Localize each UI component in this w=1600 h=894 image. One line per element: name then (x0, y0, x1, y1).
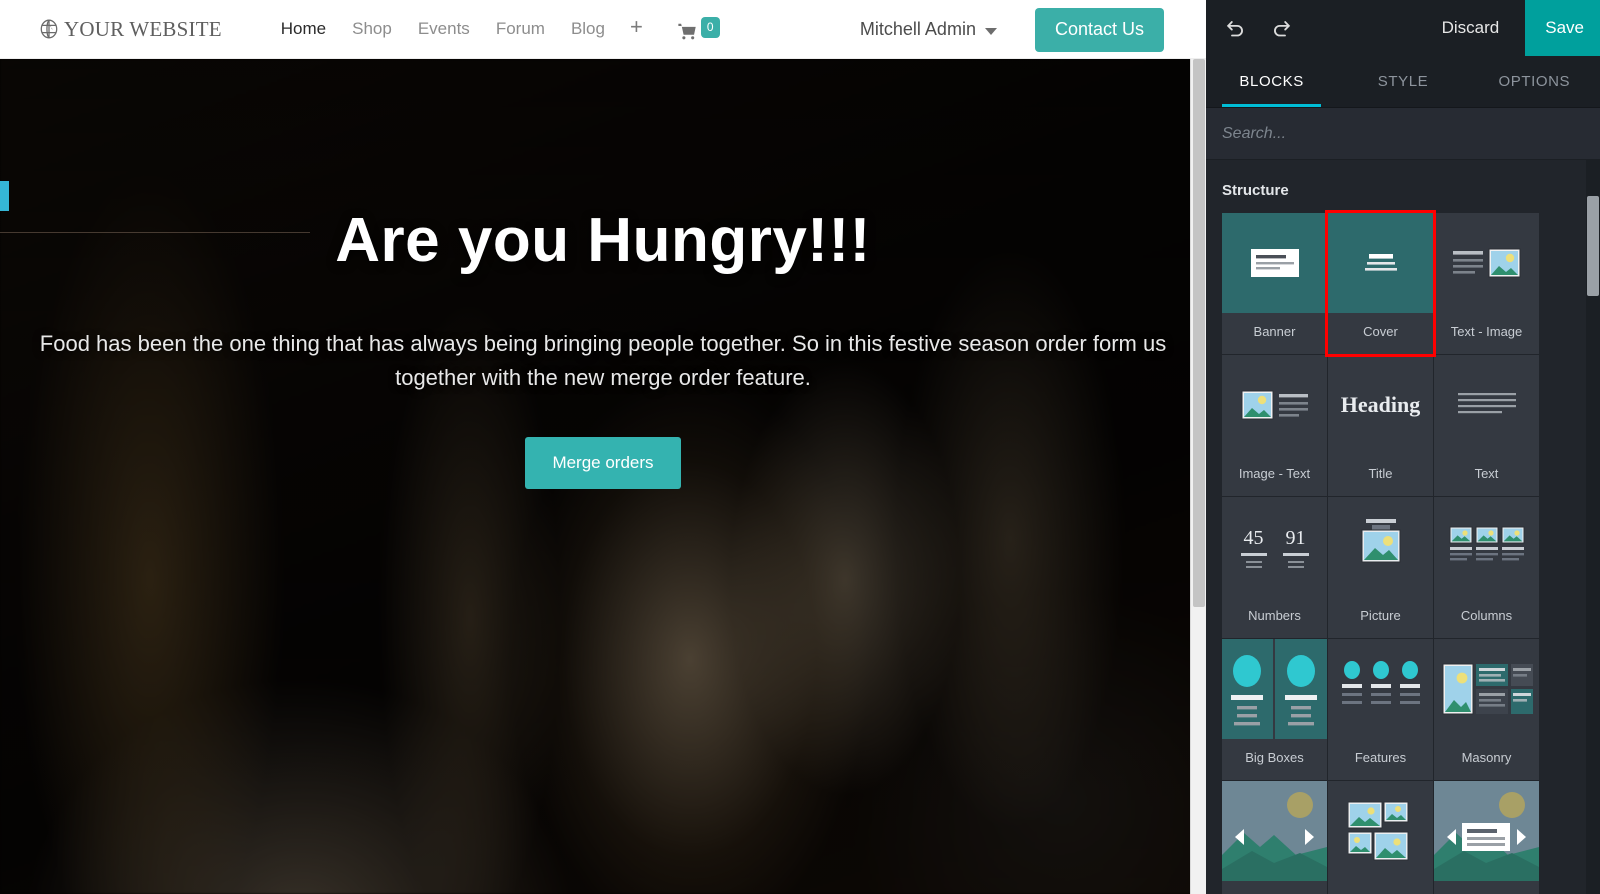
block-label-carousel (1222, 881, 1327, 894)
block-label-big-boxes: Big Boxes (1245, 750, 1304, 765)
block-card-features[interactable]: Features (1328, 639, 1433, 780)
block-label-text-image: Text - Image (1450, 324, 1523, 339)
title-thumbnail-icon: Heading (1328, 355, 1433, 455)
title-thumbnail-text: Heading (1340, 392, 1421, 417)
brand-name: YOUR WEBSITE (64, 16, 222, 41)
cart-count-badge: 0 (700, 16, 720, 38)
text-thumbnail-icon (1434, 355, 1539, 455)
block-card-banner[interactable]: Banner (1222, 213, 1327, 354)
slider-text-thumbnail-icon (1434, 781, 1539, 881)
block-search-field[interactable] (1206, 108, 1600, 160)
block-card-gallery[interactable] (1328, 781, 1433, 894)
scrollbar-thumb[interactable] (1193, 59, 1205, 607)
search-input[interactable] (1222, 124, 1600, 143)
block-card-picture[interactable]: Picture (1328, 497, 1433, 638)
block-card-numbers[interactable]: 45 91 Numbers (1222, 497, 1327, 638)
block-card-text[interactable]: Text (1434, 355, 1539, 496)
block-label-masonry: Masonry (1461, 750, 1512, 765)
block-label-text: Text (1474, 466, 1499, 481)
main-nav: Home Shop Events Forum Blog + 0 (268, 13, 720, 45)
editor-tabs: BLOCKS STYLE OPTIONS (1206, 56, 1600, 108)
discard-button[interactable]: Discard (1442, 18, 1500, 38)
numbers-thumb-right: 91 (1285, 526, 1306, 549)
block-card-masonry[interactable]: Masonry (1434, 639, 1539, 780)
cart-button[interactable]: 0 (677, 16, 720, 43)
nav-item-forum[interactable]: Forum (483, 13, 558, 45)
site-brand[interactable]: YOUR WEBSITE (38, 17, 222, 42)
section-title-structure: Structure (1222, 182, 1289, 199)
block-card-text-image[interactable]: Text - Image (1434, 213, 1539, 354)
block-label-cover: Cover (1363, 324, 1398, 339)
tab-style[interactable]: STYLE (1337, 56, 1468, 107)
block-card-cover[interactable]: Cover (1325, 210, 1436, 357)
merge-orders-button[interactable]: Merge orders (525, 437, 681, 490)
block-label-picture: Picture (1360, 608, 1401, 623)
gallery-thumbnail-icon (1328, 781, 1433, 881)
numbers-thumb-left: 45 (1243, 526, 1264, 549)
user-menu[interactable]: Mitchell Admin (860, 19, 997, 40)
masonry-thumbnail-icon (1434, 639, 1539, 739)
save-button[interactable]: Save (1525, 0, 1600, 56)
carousel-thumbnail-icon (1222, 781, 1327, 881)
blocks-vertical-scrollbar[interactable] (1586, 160, 1600, 894)
block-card-carousel[interactable] (1222, 781, 1327, 894)
nav-item-shop[interactable]: Shop (339, 13, 405, 45)
banner-thumbnail-icon (1222, 213, 1327, 313)
website-editor-sidebar: Discard Save BLOCKS STYLE OPTIONS Struct… (1206, 0, 1600, 894)
app-root: YOUR WEBSITE Home Shop Events Forum Blog… (0, 0, 1600, 894)
globe-icon (38, 18, 60, 40)
hero-subtitle[interactable]: Food has been the one thing that has alw… (28, 327, 1178, 395)
nav-item-events[interactable]: Events (405, 13, 483, 45)
block-label-banner: Banner (1253, 324, 1296, 339)
redo-icon[interactable] (1264, 11, 1298, 45)
chevron-down-icon (984, 27, 997, 35)
block-label-gallery (1328, 881, 1433, 894)
block-label-features: Features (1354, 750, 1407, 765)
website-preview-pane: YOUR WEBSITE Home Shop Events Forum Blog… (0, 0, 1206, 894)
block-card-slider-text[interactable] (1434, 781, 1539, 894)
blocks-grid: Banner Cover Text - Image Image - Text H… (1206, 210, 1600, 894)
picture-thumbnail-icon (1328, 497, 1433, 597)
nav-item-blog[interactable]: Blog (558, 13, 618, 45)
block-label-title: Title (1368, 466, 1393, 481)
header-right-group: Mitchell Admin Contact Us (860, 0, 1206, 59)
numbers-thumbnail-icon: 45 91 (1222, 497, 1327, 597)
site-header: YOUR WEBSITE Home Shop Events Forum Blog… (0, 0, 1206, 59)
nav-item-home[interactable]: Home (268, 13, 339, 45)
block-card-image-text[interactable]: Image - Text (1222, 355, 1327, 496)
editor-topbar: Discard Save (1206, 0, 1600, 56)
hero-cover-section[interactable]: Are you Hungry!!! Food has been the one … (0, 59, 1206, 894)
image-text-thumbnail-icon (1222, 355, 1327, 455)
text-image-thumbnail-icon (1434, 213, 1539, 313)
hero-title[interactable]: Are you Hungry!!! (0, 206, 1206, 275)
scrollbar-thumb[interactable] (1587, 196, 1599, 296)
tab-blocks[interactable]: BLOCKS (1206, 56, 1337, 107)
block-label-slider-text (1434, 881, 1539, 894)
block-card-title[interactable]: Heading Title (1328, 355, 1433, 496)
block-card-columns[interactable]: Columns (1434, 497, 1539, 638)
website-vertical-scrollbar[interactable] (1190, 59, 1206, 894)
columns-thumbnail-icon (1434, 497, 1539, 597)
block-label-image-text: Image - Text (1238, 466, 1311, 481)
contact-us-button[interactable]: Contact Us (1034, 7, 1164, 52)
undo-icon[interactable] (1218, 11, 1252, 45)
blocks-scroll-area: Structure Banner Cover Text - Image Imag… (1206, 160, 1600, 894)
big-boxes-thumbnail-icon (1222, 639, 1327, 739)
shopping-cart-icon (677, 21, 699, 43)
hero-content: Are you Hungry!!! Food has been the one … (0, 59, 1206, 490)
cover-thumbnail-icon (1328, 213, 1433, 313)
plus-icon[interactable]: + (618, 14, 655, 44)
block-label-numbers: Numbers (1248, 608, 1301, 623)
user-name: Mitchell Admin (859, 19, 976, 39)
block-card-big-boxes[interactable]: Big Boxes (1222, 639, 1327, 780)
tab-options[interactable]: OPTIONS (1469, 56, 1600, 107)
features-thumbnail-icon (1328, 639, 1433, 739)
block-label-columns: Columns (1460, 608, 1513, 623)
